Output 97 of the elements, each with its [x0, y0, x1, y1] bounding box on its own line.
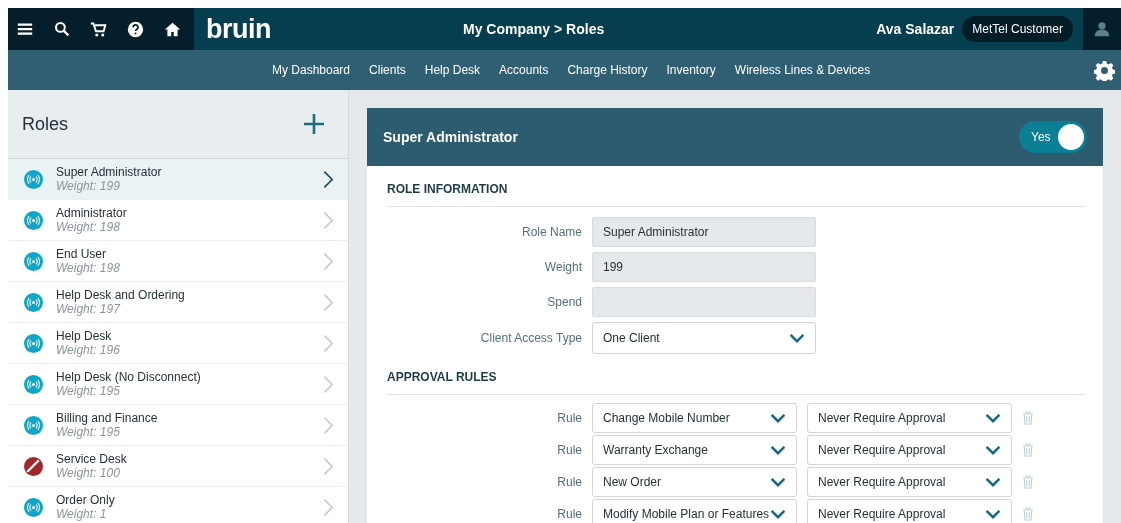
role-weight: Weight: 195: [56, 425, 121, 439]
role-name: Order Only: [56, 493, 116, 507]
blocked-icon: [24, 456, 43, 476]
field-label: Rule: [556, 475, 582, 489]
dropdown[interactable]: New Order: [592, 467, 797, 497]
field-label: Rule: [556, 411, 582, 425]
chevron-right-icon: [323, 456, 334, 476]
cart-icon[interactable]: [90, 20, 107, 38]
dropdown[interactable]: Modify Mobile Plan or Features: [592, 499, 797, 523]
chevron-down-icon: [770, 445, 786, 455]
nav-link[interactable]: Inventory: [666, 63, 716, 77]
role-item[interactable]: Billing and Finance Weight: 195: [8, 405, 348, 446]
dropdown[interactable]: Never Require Approval: [807, 403, 1012, 433]
chevron-right-icon: [323, 292, 334, 312]
role-weight: Weight: 196: [56, 343, 121, 357]
field-label: Rule: [556, 443, 582, 457]
role-name: Super Administrator: [56, 165, 163, 179]
text-field[interactable]: 199: [592, 252, 816, 282]
role-name: Help Desk and Ordering: [56, 288, 186, 302]
role-item[interactable]: Help Desk Weight: 196: [8, 323, 348, 364]
dropdown[interactable]: Never Require Approval: [807, 499, 1012, 523]
field-label: Role Name: [520, 225, 582, 239]
add-icon[interactable]: [304, 114, 324, 134]
user-name: Ava Salazar: [876, 21, 955, 37]
role-weight: Weight: 198: [56, 220, 121, 234]
account-badge: MetTel Customer: [962, 16, 1073, 42]
role-item[interactable]: Super Administrator Weight: 199: [8, 159, 348, 200]
chevron-down-icon: [985, 445, 1001, 455]
dropdown[interactable]: Never Require Approval: [807, 467, 1012, 497]
chevron-right-icon: [323, 210, 334, 230]
role-name: Help Desk: [56, 329, 113, 343]
role-name: Help Desk (No Disconnect): [56, 370, 202, 384]
broadcast-icon: [24, 292, 43, 312]
dropdown[interactable]: Never Require Approval: [807, 435, 1012, 465]
help-icon[interactable]: [127, 20, 144, 38]
chevron-right-icon: [323, 497, 334, 517]
field-label: Spend: [546, 295, 582, 309]
nav-link[interactable]: Accounts: [499, 63, 549, 77]
role-item[interactable]: Help Desk (No Disconnect) Weight: 195: [8, 364, 348, 405]
nav-link[interactable]: Wireless Lines & Devices: [734, 63, 871, 77]
chevron-right-icon: [323, 169, 334, 189]
search-icon[interactable]: [54, 21, 70, 37]
text-field[interactable]: [592, 287, 816, 317]
nav-link[interactable]: Charge History: [567, 63, 648, 77]
home-icon[interactable]: [164, 20, 181, 38]
field-label: Weight: [543, 260, 582, 274]
dropdown[interactable]: Warranty Exchange: [592, 435, 797, 465]
role-item[interactable]: Administrator Weight: 198: [8, 200, 348, 241]
user-icon[interactable]: [1094, 21, 1110, 37]
nav-link[interactable]: Help Desk: [424, 63, 481, 77]
dropdown[interactable]: One Client: [592, 322, 816, 354]
sidebar-title: Roles: [22, 113, 69, 135]
broadcast-icon: [24, 415, 43, 435]
broadcast-icon: [24, 251, 43, 271]
role-weight: Weight: 199: [56, 179, 121, 193]
role-item[interactable]: Order Only Weight: 1: [8, 487, 348, 523]
section-heading: APPROVAL RULES: [387, 354, 1085, 395]
enabled-toggle[interactable]: Yes: [1019, 121, 1087, 153]
chevron-right-icon: [323, 333, 334, 353]
chevron-down-icon: [770, 509, 786, 519]
chevron-down-icon: [985, 413, 1001, 423]
logo[interactable]: bruin: [206, 13, 271, 45]
text-field[interactable]: Super Administrator: [592, 217, 816, 247]
broadcast-icon: [24, 169, 43, 189]
role-name: End User: [56, 247, 108, 261]
chevron-right-icon: [323, 415, 334, 435]
field-label: Rule: [556, 507, 582, 521]
chevron-down-icon: [789, 333, 805, 343]
chevron-down-icon: [770, 477, 786, 487]
role-name: Billing and Finance: [56, 411, 159, 425]
chevron-right-icon: [323, 251, 334, 271]
broadcast-icon: [24, 210, 43, 230]
chevron-down-icon: [985, 477, 1001, 487]
chevron-right-icon: [323, 374, 334, 394]
role-item[interactable]: End User Weight: 198: [8, 241, 348, 282]
card-title: Super Administrator: [383, 129, 518, 145]
broadcast-icon: [24, 374, 43, 394]
role-name: Service Desk: [56, 452, 128, 466]
dropdown[interactable]: Change Mobile Number: [592, 403, 797, 433]
broadcast-icon: [24, 333, 43, 353]
role-name: Administrator: [56, 206, 128, 220]
settings-icon[interactable]: [1094, 59, 1115, 81]
field-label: Client Access Type: [479, 331, 582, 345]
role-item[interactable]: Service Desk Weight: 100: [8, 446, 348, 487]
role-weight: Weight: 1: [56, 507, 108, 521]
role-weight: Weight: 195: [56, 384, 121, 398]
role-item[interactable]: Help Desk and Ordering Weight: 197: [8, 282, 348, 323]
nav-link[interactable]: My Dashboard: [272, 63, 351, 77]
chevron-down-icon: [770, 413, 786, 423]
role-weight: Weight: 198: [56, 261, 121, 275]
section-heading: ROLE INFORMATION: [387, 166, 1085, 207]
nav-link[interactable]: Clients: [369, 63, 406, 77]
chevron-down-icon: [985, 509, 1001, 519]
role-weight: Weight: 100: [56, 466, 121, 480]
breadcrumb: My Company > Roles: [463, 21, 605, 37]
broadcast-icon: [24, 497, 43, 517]
role-weight: Weight: 197: [56, 302, 122, 316]
